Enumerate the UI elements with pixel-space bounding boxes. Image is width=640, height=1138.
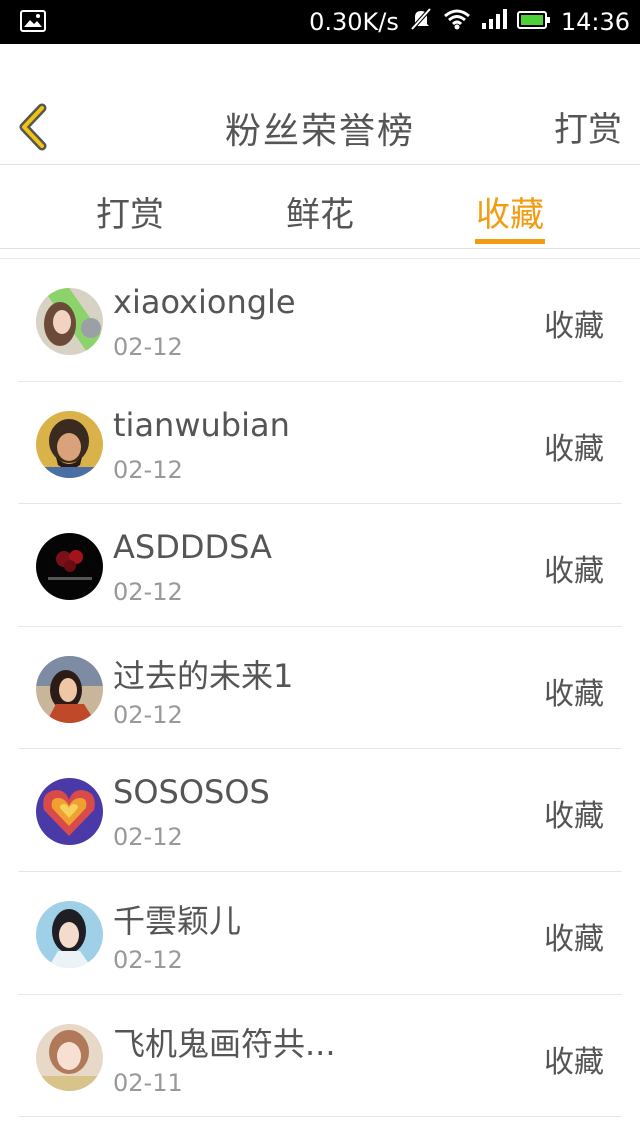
fan-date: 02-12	[113, 455, 183, 484]
reward-button[interactable]: 打赏	[554, 102, 622, 151]
fan-name: 飞机鬼画符共...	[113, 1024, 336, 1063]
list-item[interactable]: 千雲颖儿 02-12 收藏	[18, 872, 622, 995]
nav-bar: 粉丝荣誉榜 打赏	[0, 44, 640, 165]
image-icon	[20, 10, 46, 36]
fan-action-type: 收藏	[544, 309, 604, 344]
list-item[interactable]: tianwubian 02-12 收藏	[18, 382, 622, 505]
fan-date: 02-12	[113, 700, 183, 729]
fan-action-type: 收藏	[544, 921, 604, 957]
fan-action-type: 收藏	[544, 676, 604, 712]
avatar	[36, 655, 103, 723]
signal-icon	[481, 8, 507, 36]
fan-date: 02-12	[113, 823, 183, 852]
list-item[interactable]: 飞机鬼画符共... 02-11 收藏	[18, 995, 622, 1118]
avatar	[36, 778, 103, 846]
fan-list: xiaoxiongle 02-12 收藏 tianwubian 02-12 收藏	[0, 258, 640, 1118]
fan-action-type: 收藏	[544, 554, 604, 590]
fan-name: tianwubian	[113, 405, 290, 444]
fan-name: 千雲颖儿	[113, 901, 242, 940]
page-title: 粉丝荣誉榜	[224, 111, 415, 152]
tab-flowers[interactable]: 鲜花	[270, 187, 370, 236]
tab-bar: 打赏 鲜花 收藏	[0, 165, 640, 249]
tab-reward[interactable]: 打赏	[80, 187, 180, 236]
status-bar: 0.30K/s 14:36	[0, 0, 640, 44]
list-item[interactable]: ASDDDSA 02-12 收藏	[18, 504, 622, 627]
fan-date: 02-12	[113, 578, 183, 607]
clock: 14:36	[560, 8, 630, 36]
fan-date: 02-11	[113, 1068, 183, 1097]
list-item[interactable]: 过去的未来1 02-12 收藏	[18, 627, 622, 750]
status-indicators: 0.30K/s 14:36	[309, 0, 630, 44]
fan-action-type: 收藏	[544, 799, 604, 835]
chevron-left-icon	[19, 103, 47, 151]
battery-icon	[516, 8, 551, 36]
fan-action-type: 收藏	[544, 1044, 604, 1080]
wifi-icon	[443, 8, 471, 36]
avatar	[36, 900, 103, 968]
network-speed: 0.30K/s	[309, 8, 399, 36]
avatar	[36, 410, 103, 478]
fan-name: SOSOSOS	[113, 773, 270, 812]
fan-action-type: 收藏	[544, 431, 604, 467]
fan-date: 02-12	[113, 333, 183, 361]
avatar	[36, 288, 103, 355]
active-tab-indicator	[475, 239, 545, 244]
fan-name: ASDDDSA	[113, 528, 272, 567]
fan-name: xiaoxiongle	[113, 283, 296, 321]
avatar	[36, 1023, 103, 1091]
fan-date: 02-12	[113, 945, 183, 974]
mute-icon	[409, 7, 433, 37]
fan-name: 过去的未来1	[113, 656, 294, 695]
avatar	[36, 533, 103, 601]
back-button[interactable]	[14, 102, 54, 152]
list-item[interactable]: xiaoxiongle 02-12 收藏	[18, 259, 622, 382]
tab-favorites[interactable]: 收藏	[460, 187, 560, 236]
list-item[interactable]: SOSOSOS 02-12 收藏	[18, 749, 622, 872]
